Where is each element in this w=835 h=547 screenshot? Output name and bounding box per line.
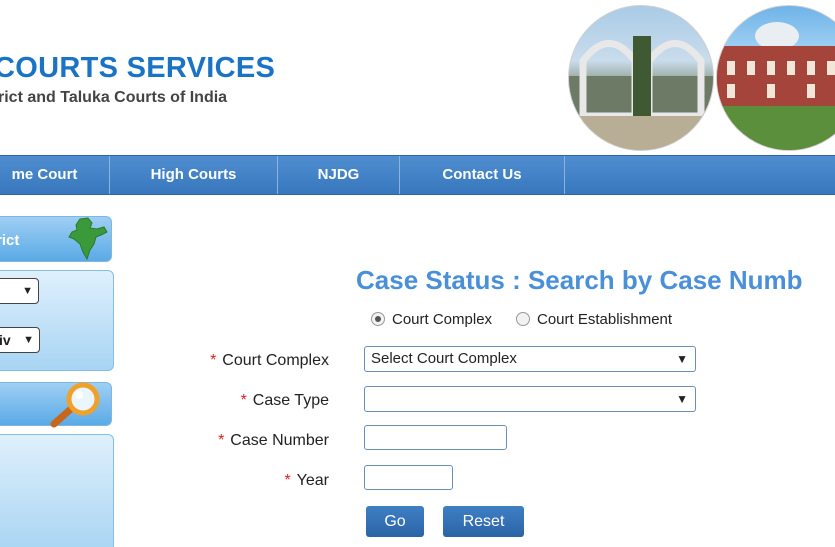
required-mark: * (284, 472, 291, 489)
reset-button[interactable]: Reset (443, 506, 524, 537)
sidebar-select-value: iv (0, 332, 11, 348)
sidebar-district-select[interactable]: iv ▼ (0, 327, 40, 353)
main-nav: me Court High Courts NJDG Contact Us (0, 155, 835, 195)
year-label: * Year (284, 472, 329, 490)
courthouse-gate-photo (568, 5, 714, 151)
case-type-label: * Case Type (241, 392, 329, 410)
court-building-photo (716, 5, 835, 151)
label-text: Year (296, 472, 329, 489)
label-text: Case Type (252, 392, 329, 409)
nav-contact-us[interactable]: Contact Us (400, 156, 565, 194)
nav-supreme-court[interactable]: me Court (0, 156, 110, 194)
chevron-down-icon: ▼ (23, 334, 34, 346)
site-title: COURTS SERVICES (0, 52, 276, 84)
label-text: Case Number (230, 432, 329, 449)
required-mark: * (210, 352, 217, 369)
radio-button-checked[interactable] (371, 312, 385, 326)
radio-court-complex[interactable]: Court Complex (371, 311, 492, 328)
go-button[interactable]: Go (366, 506, 424, 537)
radio-label: Court Establishment (537, 311, 673, 328)
sidebar-state-select[interactable]: ▼ (0, 278, 39, 304)
nav-high-courts[interactable]: High Courts (110, 156, 278, 194)
label-text: Court Complex (222, 352, 329, 369)
radio-button[interactable] (516, 312, 530, 326)
case-type-select[interactable]: ▼ (364, 386, 696, 412)
select-value: Select Court Complex (371, 350, 517, 367)
india-map-icon (66, 217, 108, 266)
radio-label: Court Complex (392, 311, 493, 328)
case-number-input[interactable] (364, 425, 507, 450)
magnifier-icon (48, 382, 104, 433)
required-mark: * (240, 392, 247, 409)
required-mark: * (218, 432, 225, 449)
court-complex-label: * Court Complex (210, 352, 329, 370)
chevron-down-icon: ▼ (676, 352, 688, 366)
sidebar-info-panel (0, 434, 114, 547)
year-input[interactable] (364, 465, 453, 490)
sidebar-tab-label: rict (0, 232, 20, 249)
court-complex-select[interactable]: Select Court Complex ▼ (364, 346, 696, 372)
chevron-down-icon: ▼ (676, 392, 688, 406)
case-number-label: * Case Number (218, 432, 329, 450)
page-title: Case Status : Search by Case Numb (356, 265, 803, 295)
radio-court-establishment[interactable]: Court Establishment (516, 311, 672, 328)
site-subtitle: rict and Taluka Courts of India (0, 89, 228, 106)
nav-njdg[interactable]: NJDG (278, 156, 400, 194)
chevron-down-icon: ▼ (22, 285, 33, 297)
